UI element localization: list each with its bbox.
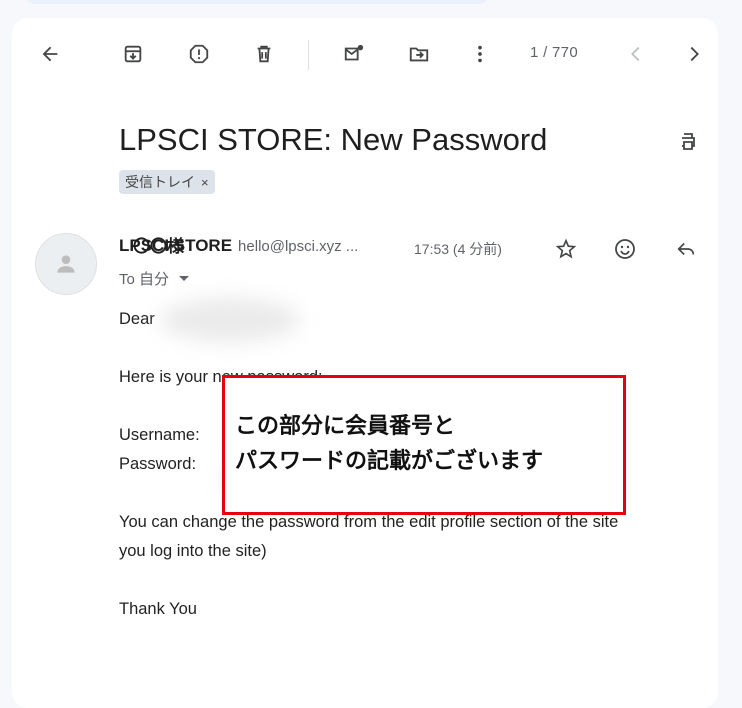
newer-button[interactable] (620, 38, 652, 70)
change-password-note: You can change the password from the edi… (119, 513, 619, 531)
change-password-note-continued: you log into the site) (119, 542, 267, 560)
report-spam-icon (189, 44, 209, 64)
emoji-reaction-button[interactable] (612, 236, 638, 262)
back-button[interactable] (34, 38, 66, 70)
annotation-callout: この部分に会員番号と パスワードの記載がございます (222, 375, 626, 515)
toolbar-divider (308, 40, 309, 70)
recipient-text: To 自分 (119, 271, 170, 288)
star-icon (555, 238, 577, 259)
sent-time: 17:53 (4 分前) (414, 241, 502, 257)
delete-button[interactable] (248, 38, 280, 70)
redacted-name (160, 298, 300, 342)
caret-down-icon (179, 276, 190, 281)
archive-icon (124, 45, 142, 63)
archive-button[interactable] (117, 38, 149, 70)
move-to-icon (409, 47, 429, 62)
sender-name[interactable]: LPSCI STORE 〇〇様 (119, 236, 232, 256)
star-button[interactable] (553, 236, 579, 262)
recipient-details-toggle[interactable]: To 自分 (119, 268, 190, 289)
sender-overlay-text: 〇〇様 (133, 237, 184, 256)
trash-icon (257, 45, 271, 63)
greeting-text: Dear (119, 310, 155, 328)
email-toolbar: 1 / 770 (0, 0, 742, 72)
chevron-right-icon (690, 46, 699, 62)
sender-email: hello@lpsci.xyz ... (238, 238, 359, 255)
annotation-line-1: この部分に会員番号と (235, 413, 456, 438)
sender-line: LPSCI STORE 〇〇様 hello@lpsci.xyz ... (119, 236, 358, 256)
reply-icon (677, 242, 695, 256)
person-icon (57, 255, 75, 273)
emoji-icon (615, 239, 635, 259)
mark-unread-button[interactable] (338, 38, 370, 70)
move-to-button[interactable] (403, 38, 435, 70)
password-label: Password: (119, 455, 197, 473)
sender-avatar[interactable] (35, 233, 97, 295)
more-button[interactable] (464, 38, 496, 70)
remove-label-button[interactable]: × (201, 175, 209, 190)
report-spam-button[interactable] (183, 38, 215, 70)
username-label: Username: (119, 426, 200, 444)
page-count: 1 / 770 (530, 44, 578, 61)
more-vert-icon (478, 45, 482, 63)
email-subject: LPSCI STORE: New Password (119, 122, 548, 157)
inbox-label-chip: 受信トレイ × (119, 170, 215, 194)
mark-unread-icon (344, 44, 364, 61)
closing-text: Thank You (119, 600, 197, 618)
older-button[interactable] (678, 38, 710, 70)
print-icon[interactable] (678, 131, 698, 151)
label-text: 受信トレイ (125, 174, 195, 190)
back-arrow-icon (42, 46, 58, 62)
chevron-left-icon (631, 46, 640, 62)
reply-button[interactable] (673, 236, 699, 262)
annotation-line-2: パスワードの記載がございます (235, 448, 544, 473)
